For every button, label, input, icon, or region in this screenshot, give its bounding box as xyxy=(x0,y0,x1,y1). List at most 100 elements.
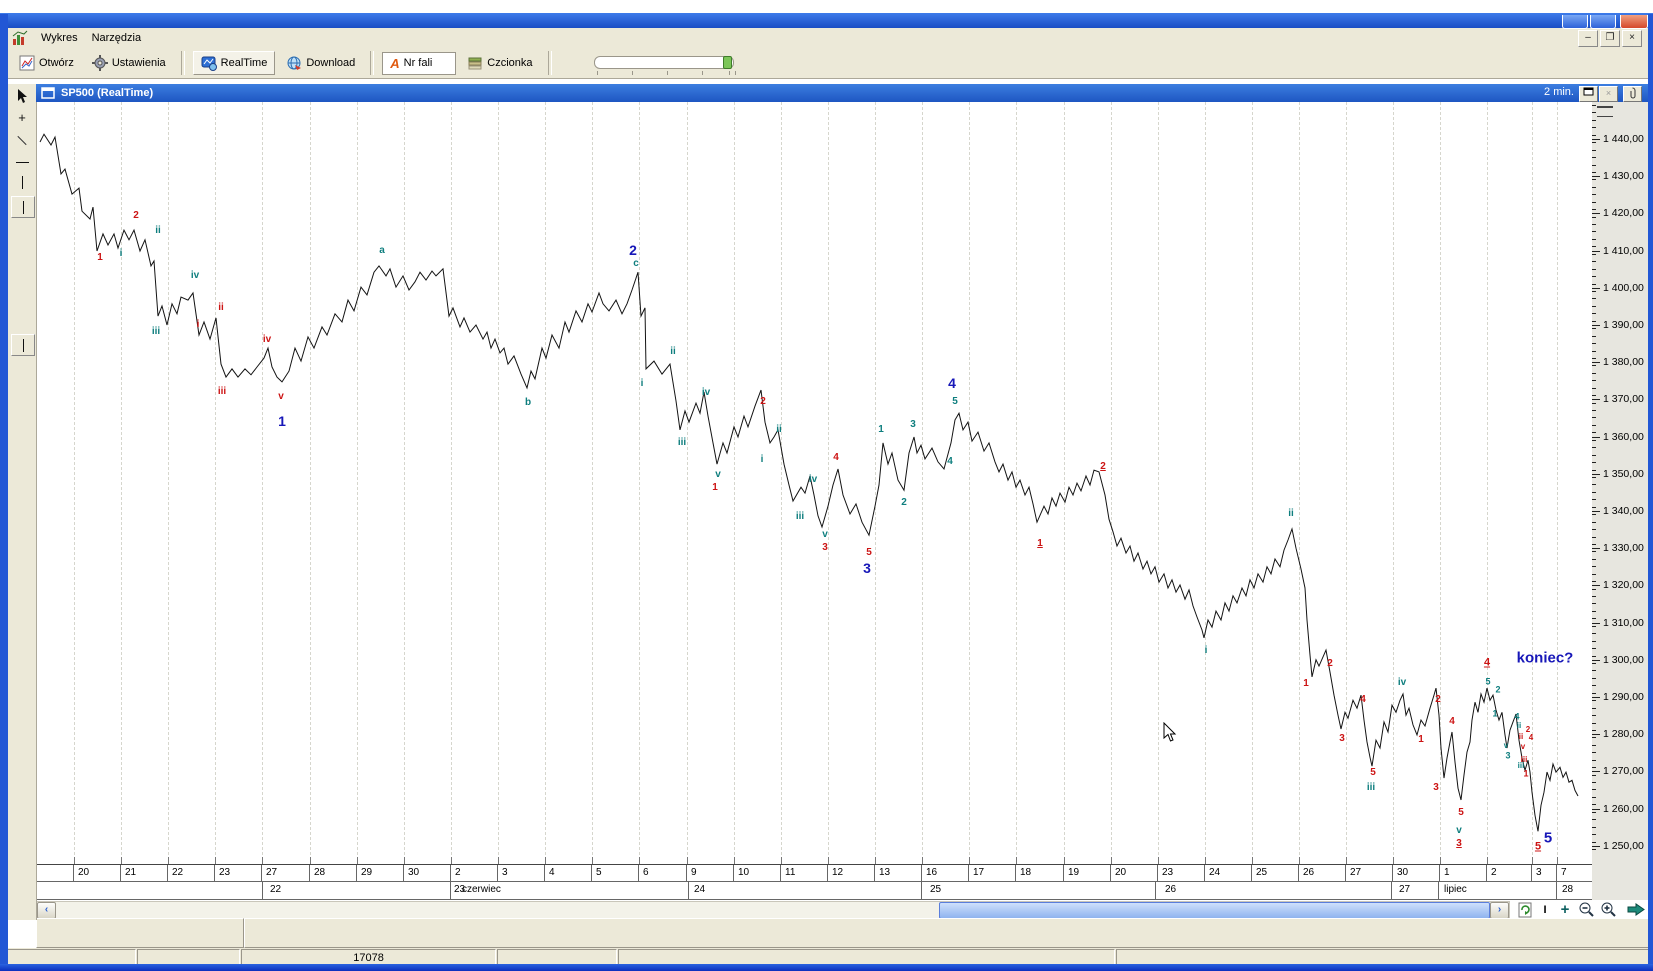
price-axis-label: 1 330,00 xyxy=(1603,542,1644,555)
price-minor-tick xyxy=(1592,201,1596,203)
price-minor-tick xyxy=(1592,134,1596,136)
price-major-tick xyxy=(1592,176,1600,178)
go-to-end-button[interactable] xyxy=(1626,901,1646,918)
crosshair-tool[interactable]: + xyxy=(11,107,33,127)
vertical-cursor-toggle[interactable] xyxy=(11,196,35,218)
wave-label: ii xyxy=(218,302,224,313)
day-tick xyxy=(875,857,876,864)
scroll-right-button[interactable]: › xyxy=(1490,902,1509,919)
mdi-close-button[interactable]: × xyxy=(1622,30,1642,47)
scroll-left-button[interactable]: ‹ xyxy=(37,902,56,919)
price-major-tick xyxy=(1592,250,1600,252)
vertical-line-tool[interactable] xyxy=(11,172,33,192)
chart-maximize-button[interactable] xyxy=(1579,86,1598,102)
price-minor-tick xyxy=(1592,357,1596,359)
mdi-minimize-button[interactable]: – xyxy=(1578,30,1598,47)
day-cell-separator xyxy=(1531,865,1532,881)
day-tick xyxy=(1557,857,1558,864)
pointer-tool[interactable] xyxy=(11,86,33,106)
zoom-slider[interactable] xyxy=(593,56,734,69)
refresh-data-button[interactable] xyxy=(1516,901,1534,918)
chart-window-titlebar[interactable]: SP500 (RealTime) 2 min. × xyxy=(36,84,1648,102)
menu-narzedzia[interactable]: Narzędzia xyxy=(85,30,149,46)
wave-label: ii xyxy=(1288,508,1294,519)
price-minor-tick xyxy=(1592,305,1596,307)
settings-label: Ustawienia xyxy=(111,57,166,69)
axis-settings-icon[interactable] xyxy=(1597,106,1613,117)
trendline-tool[interactable] xyxy=(11,130,33,150)
main-close-button[interactable] xyxy=(1620,15,1648,29)
price-minor-tick xyxy=(1592,826,1596,828)
price-axis[interactable]: 1 440,00 1 430,00 1 420,00 1 410,00 1 400,00… xyxy=(1592,102,1648,900)
price-minor-tick xyxy=(1592,640,1596,642)
day-cell-separator xyxy=(1392,865,1393,881)
wave-label: 5 xyxy=(1370,767,1376,778)
wave-number-button[interactable]: A Nr fali xyxy=(382,51,457,75)
chart-close-button[interactable]: × xyxy=(1599,86,1618,102)
week-label: czerwiec xyxy=(462,884,501,895)
wave-label: c xyxy=(633,258,639,269)
price-axis-label: 1 350,00 xyxy=(1603,467,1644,480)
horizontal-line-tool[interactable] xyxy=(11,152,33,172)
day-cell-separator xyxy=(73,865,74,881)
week-label: lipiec xyxy=(1444,884,1467,895)
zoom-slider-thumb[interactable] xyxy=(722,56,732,69)
time-axis-days[interactable]: 20 21 22 23 27 28 29 30 2 3 4 5 6 9 10 11 12 13 16 17 18 19 20… xyxy=(36,865,1592,882)
day-label: 6 xyxy=(643,867,649,878)
day-cell-separator xyxy=(874,865,875,881)
menu-wykres[interactable]: Wykres xyxy=(34,30,85,46)
settings-button[interactable]: Ustawienia xyxy=(85,52,173,74)
week-cell-separator xyxy=(450,882,451,899)
day-tick xyxy=(1393,857,1394,864)
bar-width-button[interactable]: I xyxy=(1540,901,1550,918)
add-button[interactable]: + xyxy=(1556,901,1574,918)
day-label: 20 xyxy=(78,867,90,878)
wave-label: 5 xyxy=(866,547,872,558)
price-major-tick xyxy=(1592,585,1600,587)
mdi-restore-button[interactable]: ❐ xyxy=(1600,30,1620,47)
day-cell-separator xyxy=(1063,865,1064,881)
day-label: 20 xyxy=(1115,867,1127,878)
wave-label: iv xyxy=(262,334,272,345)
zoom-out-button[interactable] xyxy=(1576,901,1596,918)
price-major-tick xyxy=(1592,548,1600,550)
download-label: Download xyxy=(306,57,356,69)
zoom-in-button[interactable] xyxy=(1598,901,1618,918)
download-button[interactable]: Download xyxy=(279,52,362,74)
scrollbar-thumb[interactable] xyxy=(939,902,1490,919)
price-minor-tick xyxy=(1592,112,1596,114)
day-label: 7 xyxy=(1561,867,1567,878)
day-label: 28 xyxy=(314,867,326,878)
price-minor-tick xyxy=(1592,529,1596,531)
price-minor-tick xyxy=(1592,596,1596,598)
time-axis-weeks[interactable]: 22 23 czerwiec 24 25 26 27 lipiec 28 xyxy=(36,882,1592,900)
day-tick xyxy=(734,857,735,864)
day-tick xyxy=(1346,857,1347,864)
day-cell-separator xyxy=(638,865,639,881)
vertical-marker-toggle[interactable] xyxy=(11,334,35,356)
price-minor-tick xyxy=(1592,119,1596,121)
font-button[interactable]: Czcionka xyxy=(460,52,539,74)
main-minimize-button[interactable] xyxy=(1562,15,1588,29)
wave-label: a xyxy=(379,245,385,256)
main-restore-button[interactable] xyxy=(1590,15,1616,29)
price-major-tick xyxy=(1592,808,1600,810)
price-minor-tick xyxy=(1592,663,1596,664)
price-minor-tick xyxy=(1592,268,1596,270)
wave-label: 3 xyxy=(1456,838,1462,849)
toolbar-separator xyxy=(370,51,375,75)
wave-label: 3 xyxy=(1505,750,1511,761)
day-tick xyxy=(545,857,546,864)
pin-button[interactable] xyxy=(1623,86,1642,102)
day-cell-separator xyxy=(214,865,215,881)
day-tick xyxy=(1111,857,1112,864)
settings-gear-icon xyxy=(91,55,108,71)
open-button[interactable]: Otwórz xyxy=(12,52,81,74)
day-tick xyxy=(262,857,263,864)
slider-tick xyxy=(631,71,633,75)
wave-label: iv xyxy=(701,387,711,398)
price-major-tick xyxy=(1592,845,1600,847)
day-label: 19 xyxy=(1068,867,1080,878)
day-label: 5 xyxy=(596,867,602,878)
realtime-button[interactable]: RealTime xyxy=(192,51,276,75)
